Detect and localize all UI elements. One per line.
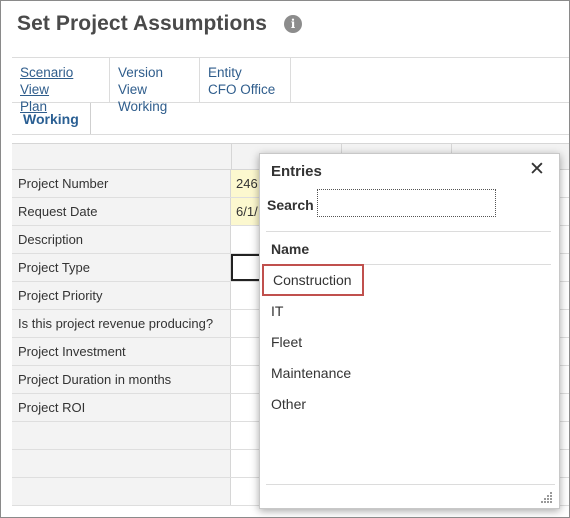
row-label [12, 478, 231, 505]
entry-construction[interactable]: Construction [262, 264, 364, 296]
tab-bar: Working [12, 103, 569, 135]
page-title: Set Project Assumptions [17, 12, 268, 35]
row-label: Request Date [12, 198, 231, 225]
row-label [12, 422, 231, 449]
row-label: Project ROI [12, 394, 231, 421]
row-label: Project Investment [12, 338, 231, 365]
divider [266, 484, 555, 485]
pov-version-view[interactable]: Version View Working [110, 58, 200, 114]
pov-dimension: Entity [208, 65, 242, 80]
tab-working[interactable]: Working [12, 103, 91, 134]
row-label: Is this project revenue producing? [12, 310, 231, 337]
pov-member: CFO Office [208, 82, 276, 97]
search-label: Search [267, 197, 314, 213]
popup-title: Entries [271, 163, 322, 180]
entries-popup: Entries ✕ Search Name Construction IT Fl… [259, 153, 560, 509]
row-label: Project Priority [12, 282, 231, 309]
info-icon[interactable]: i [284, 15, 303, 33]
row-label: Project Duration in months [12, 366, 231, 393]
entry-it[interactable]: IT [271, 300, 283, 322]
title-bar: Set Project Assumptions i [17, 10, 303, 38]
row-label: Description [12, 226, 231, 253]
entry-fleet[interactable]: Fleet [271, 331, 302, 353]
close-icon[interactable]: ✕ [529, 160, 545, 180]
entries-column-header: Name [271, 241, 310, 257]
pov-scenario-view[interactable]: Scenario View Plan [12, 58, 110, 114]
app-window: Set Project Assumptions i Scenario View … [0, 0, 570, 518]
resize-grip-icon[interactable] [541, 491, 553, 503]
pov-bar: Scenario View Plan Version View Working … [12, 57, 569, 114]
row-label: Project Type [12, 254, 231, 281]
entry-other[interactable]: Other [271, 393, 306, 415]
pov-entity[interactable]: Entity CFO Office [200, 58, 291, 102]
divider [266, 231, 551, 232]
entry-maintenance[interactable]: Maintenance [271, 362, 351, 384]
row-label [12, 450, 231, 477]
pov-dimension[interactable]: Scenario View [20, 64, 101, 98]
pov-dimension: Version View [118, 65, 164, 97]
row-label: Project Number [12, 170, 231, 197]
search-input[interactable] [317, 189, 496, 217]
